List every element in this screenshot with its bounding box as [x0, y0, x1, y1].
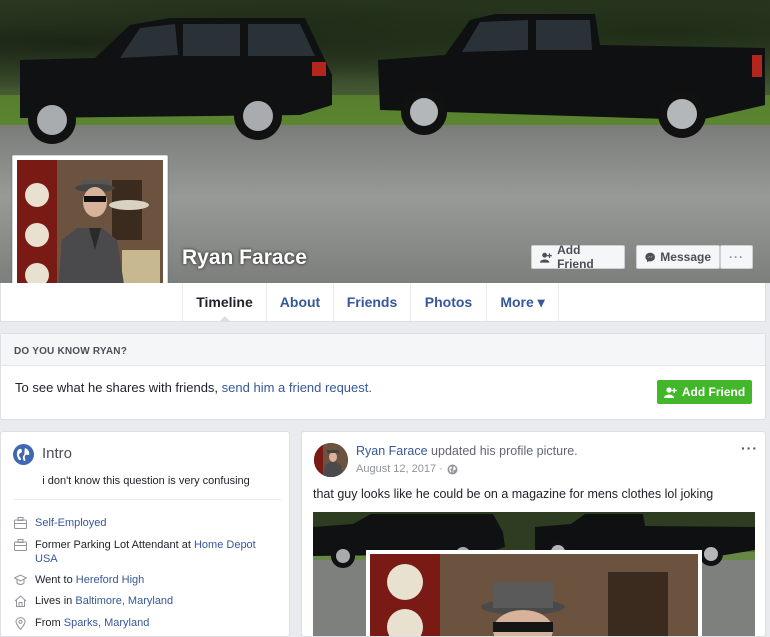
map-pin-icon — [15, 617, 26, 630]
briefcase-icon — [14, 517, 27, 529]
tab-photos[interactable]: Photos — [410, 283, 486, 321]
post-author-link[interactable]: Ryan Farace — [356, 444, 428, 458]
graduation-cap-icon — [14, 574, 27, 585]
intro-item-former-work-text: Former Parking Lot Attendant at — [35, 539, 194, 551]
intro-item-from-link[interactable]: Sparks, Maryland — [64, 617, 150, 629]
post-date[interactable]: August 12, 2017 · — [356, 463, 443, 475]
home-icon — [14, 595, 27, 607]
do-you-know-panel: DO YOU KNOW RYAN? To see what he shares … — [0, 333, 766, 420]
add-friend-icon — [663, 386, 677, 398]
more-options-button[interactable]: ··· — [720, 245, 753, 269]
intro-item-education: Went to Hereford High — [14, 573, 144, 587]
intro-item-former-work: Former Parking Lot Attendant at Home Dep… — [14, 538, 274, 566]
profile-name[interactable]: Ryan Farace — [182, 246, 307, 270]
add-friend-green-label: Add Friend — [681, 385, 746, 399]
intro-item-from: From Sparks, Maryland — [14, 616, 149, 630]
add-friend-green-button[interactable]: Add Friend — [657, 380, 752, 404]
intro-item-lives-in-link[interactable]: Baltimore, Maryland — [75, 595, 173, 607]
public-globe-icon[interactable] — [447, 464, 458, 475]
post-action: updated his profile picture. — [427, 444, 578, 458]
avatar-image — [314, 443, 348, 477]
profile-photo-image — [17, 160, 163, 303]
tab-more[interactable]: More ▾ — [486, 283, 559, 321]
intro-item-lives-in: Lives in Baltimore, Maryland — [14, 594, 173, 608]
intro-item-education-link[interactable]: Hereford High — [76, 574, 144, 586]
intro-item-education-text: Went to — [35, 574, 76, 586]
post-options-button[interactable]: ··· — [741, 440, 758, 456]
intro-panel: Intro i don't know this question is very… — [0, 431, 290, 637]
send-friend-request-link[interactable]: send him a friend request. — [222, 380, 372, 395]
tab-timeline[interactable]: Timeline — [182, 283, 266, 322]
intro-bio: i don't know this question is very confu… — [42, 475, 250, 487]
messenger-icon — [645, 252, 655, 262]
tab-timeline-label: Timeline — [196, 294, 253, 310]
tab-about[interactable]: About — [266, 283, 333, 321]
intro-title: Intro — [42, 445, 73, 462]
active-tab-indicator — [219, 316, 231, 322]
post-header: Ryan Farace updated his profile picture. — [356, 444, 578, 458]
briefcase-icon — [14, 539, 27, 551]
intro-item-work: Self-Employed — [14, 516, 107, 530]
intro-item-work-link[interactable]: Self-Employed — [35, 517, 107, 529]
intro-item-lives-in-text: Lives in — [35, 595, 76, 607]
do-you-know-text: To see what he shares with friends, send… — [15, 380, 372, 395]
add-friend-icon — [540, 252, 552, 263]
globe-icon — [13, 444, 34, 465]
post-author-avatar[interactable] — [314, 443, 348, 477]
timeline-post: Ryan Farace updated his profile picture.… — [301, 431, 766, 637]
tab-friends[interactable]: Friends — [333, 283, 410, 321]
post-meta: August 12, 2017 · — [356, 463, 458, 475]
do-you-know-prefix: To see what he shares with friends, — [15, 380, 222, 395]
profile-nav-bar: Timeline About Friends Photos More ▾ — [0, 283, 766, 322]
message-button[interactable]: Message — [636, 245, 720, 269]
post-text: that guy looks like he could be on a mag… — [313, 487, 714, 501]
intro-item-from-text: From — [35, 617, 64, 629]
add-friend-button[interactable]: Add Friend — [531, 243, 625, 271]
post-photo-image — [313, 512, 755, 636]
divider — [13, 499, 281, 500]
add-friend-label: Add Friend — [557, 243, 594, 271]
message-label: Message — [660, 250, 711, 264]
post-photo[interactable] — [313, 512, 755, 636]
do-you-know-header: DO YOU KNOW RYAN? — [1, 334, 765, 366]
